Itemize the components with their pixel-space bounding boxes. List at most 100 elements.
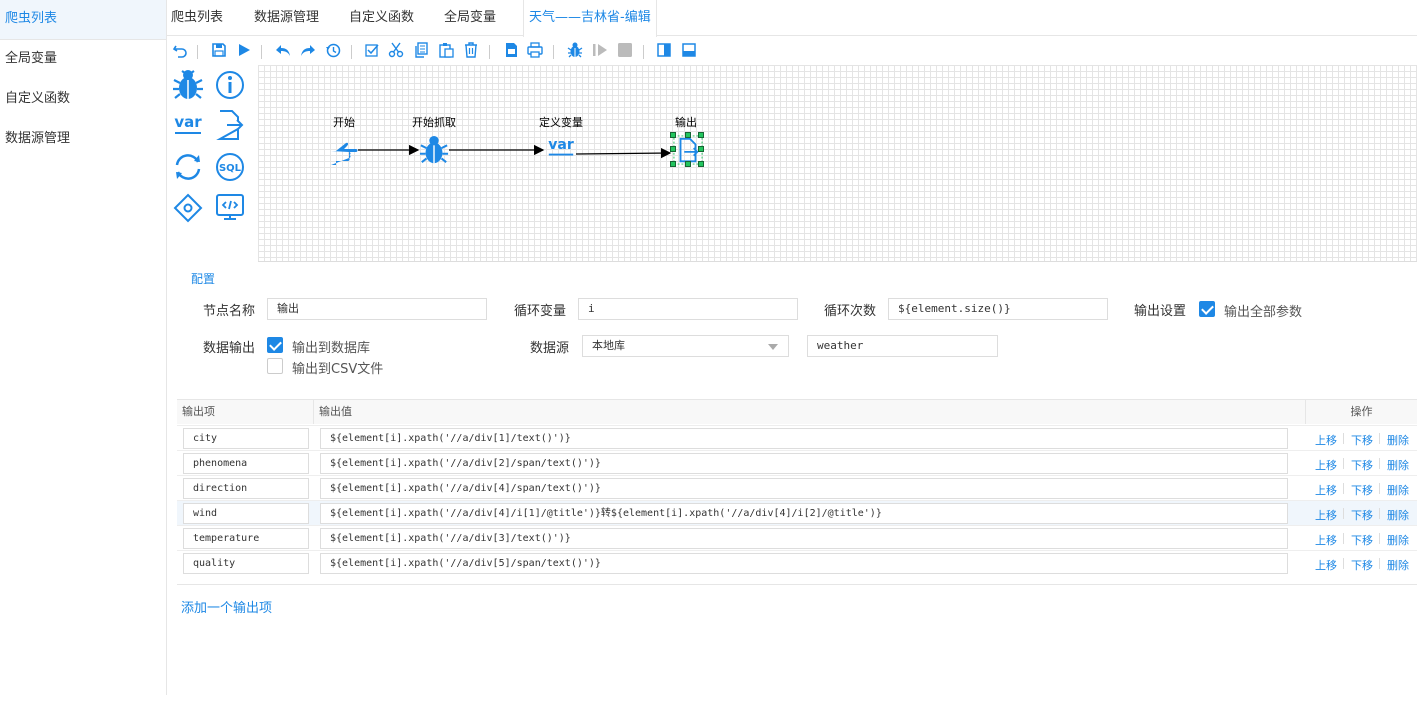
to-db-label: 输出到数据库	[292, 341, 371, 356]
run-icon[interactable]	[236, 42, 252, 58]
node-label-define-var: 定义变量	[539, 116, 583, 129]
delete-button[interactable]: 删除	[1387, 507, 1409, 523]
selection-handle[interactable]	[685, 161, 691, 167]
move-down-button[interactable]: 下移	[1351, 457, 1373, 473]
step-icon[interactable]	[592, 42, 608, 58]
move-up-button[interactable]: 上移	[1315, 432, 1337, 448]
hand-point-icon[interactable]	[329, 137, 359, 167]
sidebar-right-icon[interactable]	[656, 42, 672, 58]
output-name-input[interactable]: temperature	[183, 528, 309, 549]
move-down-button[interactable]: 下移	[1351, 532, 1373, 548]
move-up-button[interactable]: 上移	[1315, 457, 1337, 473]
undo-icon[interactable]	[172, 42, 188, 58]
history-icon[interactable]	[325, 42, 341, 58]
loop-var-label: 循环变量	[514, 304, 567, 319]
output-all-checkbox[interactable]	[1199, 301, 1215, 317]
selection-handle[interactable]	[670, 132, 676, 138]
output-name-input[interactable]: phenomena	[183, 453, 309, 474]
to-db-checkbox[interactable]	[267, 337, 283, 353]
loop-var-input[interactable]: i	[578, 298, 798, 320]
tab-global-vars[interactable]: 全局变量	[444, 0, 496, 36]
move-down-button[interactable]: 下移	[1351, 482, 1373, 498]
stop-icon[interactable]	[617, 42, 633, 58]
var-icon[interactable]: var	[546, 133, 576, 163]
loop-count-input[interactable]: ${element.size()}	[888, 298, 1108, 320]
output-table: 输出项 输出值 操作 city ${element[i].xpath('//a/…	[177, 399, 1417, 585]
tab-bar: 爬虫列表 数据源管理 自定义函数 全局变量 天气——吉林省-编辑	[167, 0, 1417, 37]
cut-icon[interactable]	[388, 42, 404, 58]
move-up-button[interactable]: 上移	[1315, 507, 1337, 523]
move-up-button[interactable]: 上移	[1315, 557, 1337, 573]
to-csv-checkbox[interactable]	[267, 358, 283, 374]
output-name-input[interactable]: wind	[183, 503, 309, 524]
selection-handle[interactable]	[698, 146, 704, 152]
palette-loop-icon[interactable]	[172, 151, 204, 183]
selection-handle[interactable]	[698, 161, 704, 167]
output-value-input[interactable]: ${element[i].xpath('//a/div[5]/span/text…	[320, 553, 1288, 574]
svg-text:var: var	[174, 113, 202, 131]
output-name-input[interactable]: direction	[183, 478, 309, 499]
config-tab[interactable]: 配置	[191, 270, 215, 287]
palette-bug-icon[interactable]	[172, 69, 204, 101]
tab-custom-functions[interactable]: 自定义函数	[349, 0, 414, 36]
output-value-input[interactable]: ${element[i].xpath('//a/div[3]/text()')}	[320, 528, 1288, 549]
datasource-label: 数据源	[530, 341, 570, 356]
selection-handle[interactable]	[685, 132, 691, 138]
undo-arrow-icon[interactable]	[275, 42, 291, 58]
move-down-button[interactable]: 下移	[1351, 507, 1373, 523]
palette-var-icon[interactable]: var	[172, 109, 204, 141]
move-down-button[interactable]: 下移	[1351, 557, 1373, 573]
debug-icon[interactable]	[567, 42, 583, 58]
sidebar-item-global-vars[interactable]: 全局变量	[0, 40, 166, 80]
redo-arrow-icon[interactable]	[300, 42, 316, 58]
selection-handle[interactable]	[698, 132, 704, 138]
paste-icon[interactable]	[438, 42, 454, 58]
palette-code-icon[interactable]	[214, 192, 246, 224]
table-row: phenomena ${element[i].xpath('//a/div[2]…	[177, 450, 1417, 475]
datasource-select[interactable]: 本地库	[582, 335, 789, 357]
sidebar-item-spider-list[interactable]: 爬虫列表	[0, 0, 166, 40]
output-value-input[interactable]: ${element[i].xpath('//a/div[4]/span/text…	[320, 478, 1288, 499]
chevron-down-icon	[768, 344, 778, 350]
move-down-button[interactable]: 下移	[1351, 432, 1373, 448]
sidebar: 爬虫列表 全局变量 自定义函数 数据源管理	[0, 0, 167, 695]
node-name-input[interactable]: 输出	[267, 298, 487, 320]
delete-button[interactable]: 删除	[1387, 557, 1409, 573]
palette-info-icon[interactable]	[214, 69, 246, 101]
tab-weather-edit[interactable]: 天气——吉林省-编辑	[523, 0, 657, 37]
palette-sql-icon[interactable]: SQL	[214, 151, 246, 183]
move-up-button[interactable]: 上移	[1315, 532, 1337, 548]
flow-canvas[interactable]: 开始 开始抓取 定义变量 var 输出	[258, 65, 1417, 262]
palette-diamond-icon[interactable]	[172, 192, 204, 224]
delete-button[interactable]: 删除	[1387, 457, 1409, 473]
add-output-button[interactable]: 添加一个输出项	[181, 597, 272, 616]
tab-spider-list[interactable]: 爬虫列表	[171, 0, 223, 36]
move-up-button[interactable]: 上移	[1315, 482, 1337, 498]
sidebar-item-custom-functions[interactable]: 自定义函数	[0, 80, 166, 120]
bug-icon[interactable]	[419, 135, 449, 165]
palette-output-file-icon[interactable]	[214, 109, 246, 141]
copy-icon[interactable]	[413, 42, 429, 58]
panel-bottom-icon[interactable]	[681, 42, 697, 58]
delete-icon[interactable]	[463, 42, 479, 58]
to-csv-label: 输出到CSV文件	[292, 362, 384, 377]
output-name-input[interactable]: city	[183, 428, 309, 449]
output-value-input[interactable]: ${element[i].xpath('//a/div[2]/span/text…	[320, 453, 1288, 474]
tab-datasource[interactable]: 数据源管理	[254, 0, 319, 36]
output-value-input[interactable]: ${element[i].xpath('//a/div[4]/i[1]/@tit…	[320, 503, 1288, 524]
selection-handle[interactable]	[670, 146, 676, 152]
delete-button[interactable]: 删除	[1387, 532, 1409, 548]
select-all-icon[interactable]	[364, 42, 380, 58]
table-row: city ${element[i].xpath('//a/div[1]/text…	[177, 425, 1417, 450]
table-name-input[interactable]: weather	[807, 335, 998, 357]
export-icon[interactable]	[503, 42, 519, 58]
print-icon[interactable]	[527, 42, 543, 58]
output-name-input[interactable]: quality	[183, 553, 309, 574]
sidebar-item-datasource[interactable]: 数据源管理	[0, 120, 166, 160]
save-icon[interactable]	[211, 42, 227, 58]
output-value-input[interactable]: ${element[i].xpath('//a/div[1]/text()')}	[320, 428, 1288, 449]
loop-count-label: 循环次数	[824, 304, 877, 319]
delete-button[interactable]: 删除	[1387, 432, 1409, 448]
selection-handle[interactable]	[670, 161, 676, 167]
delete-button[interactable]: 删除	[1387, 482, 1409, 498]
